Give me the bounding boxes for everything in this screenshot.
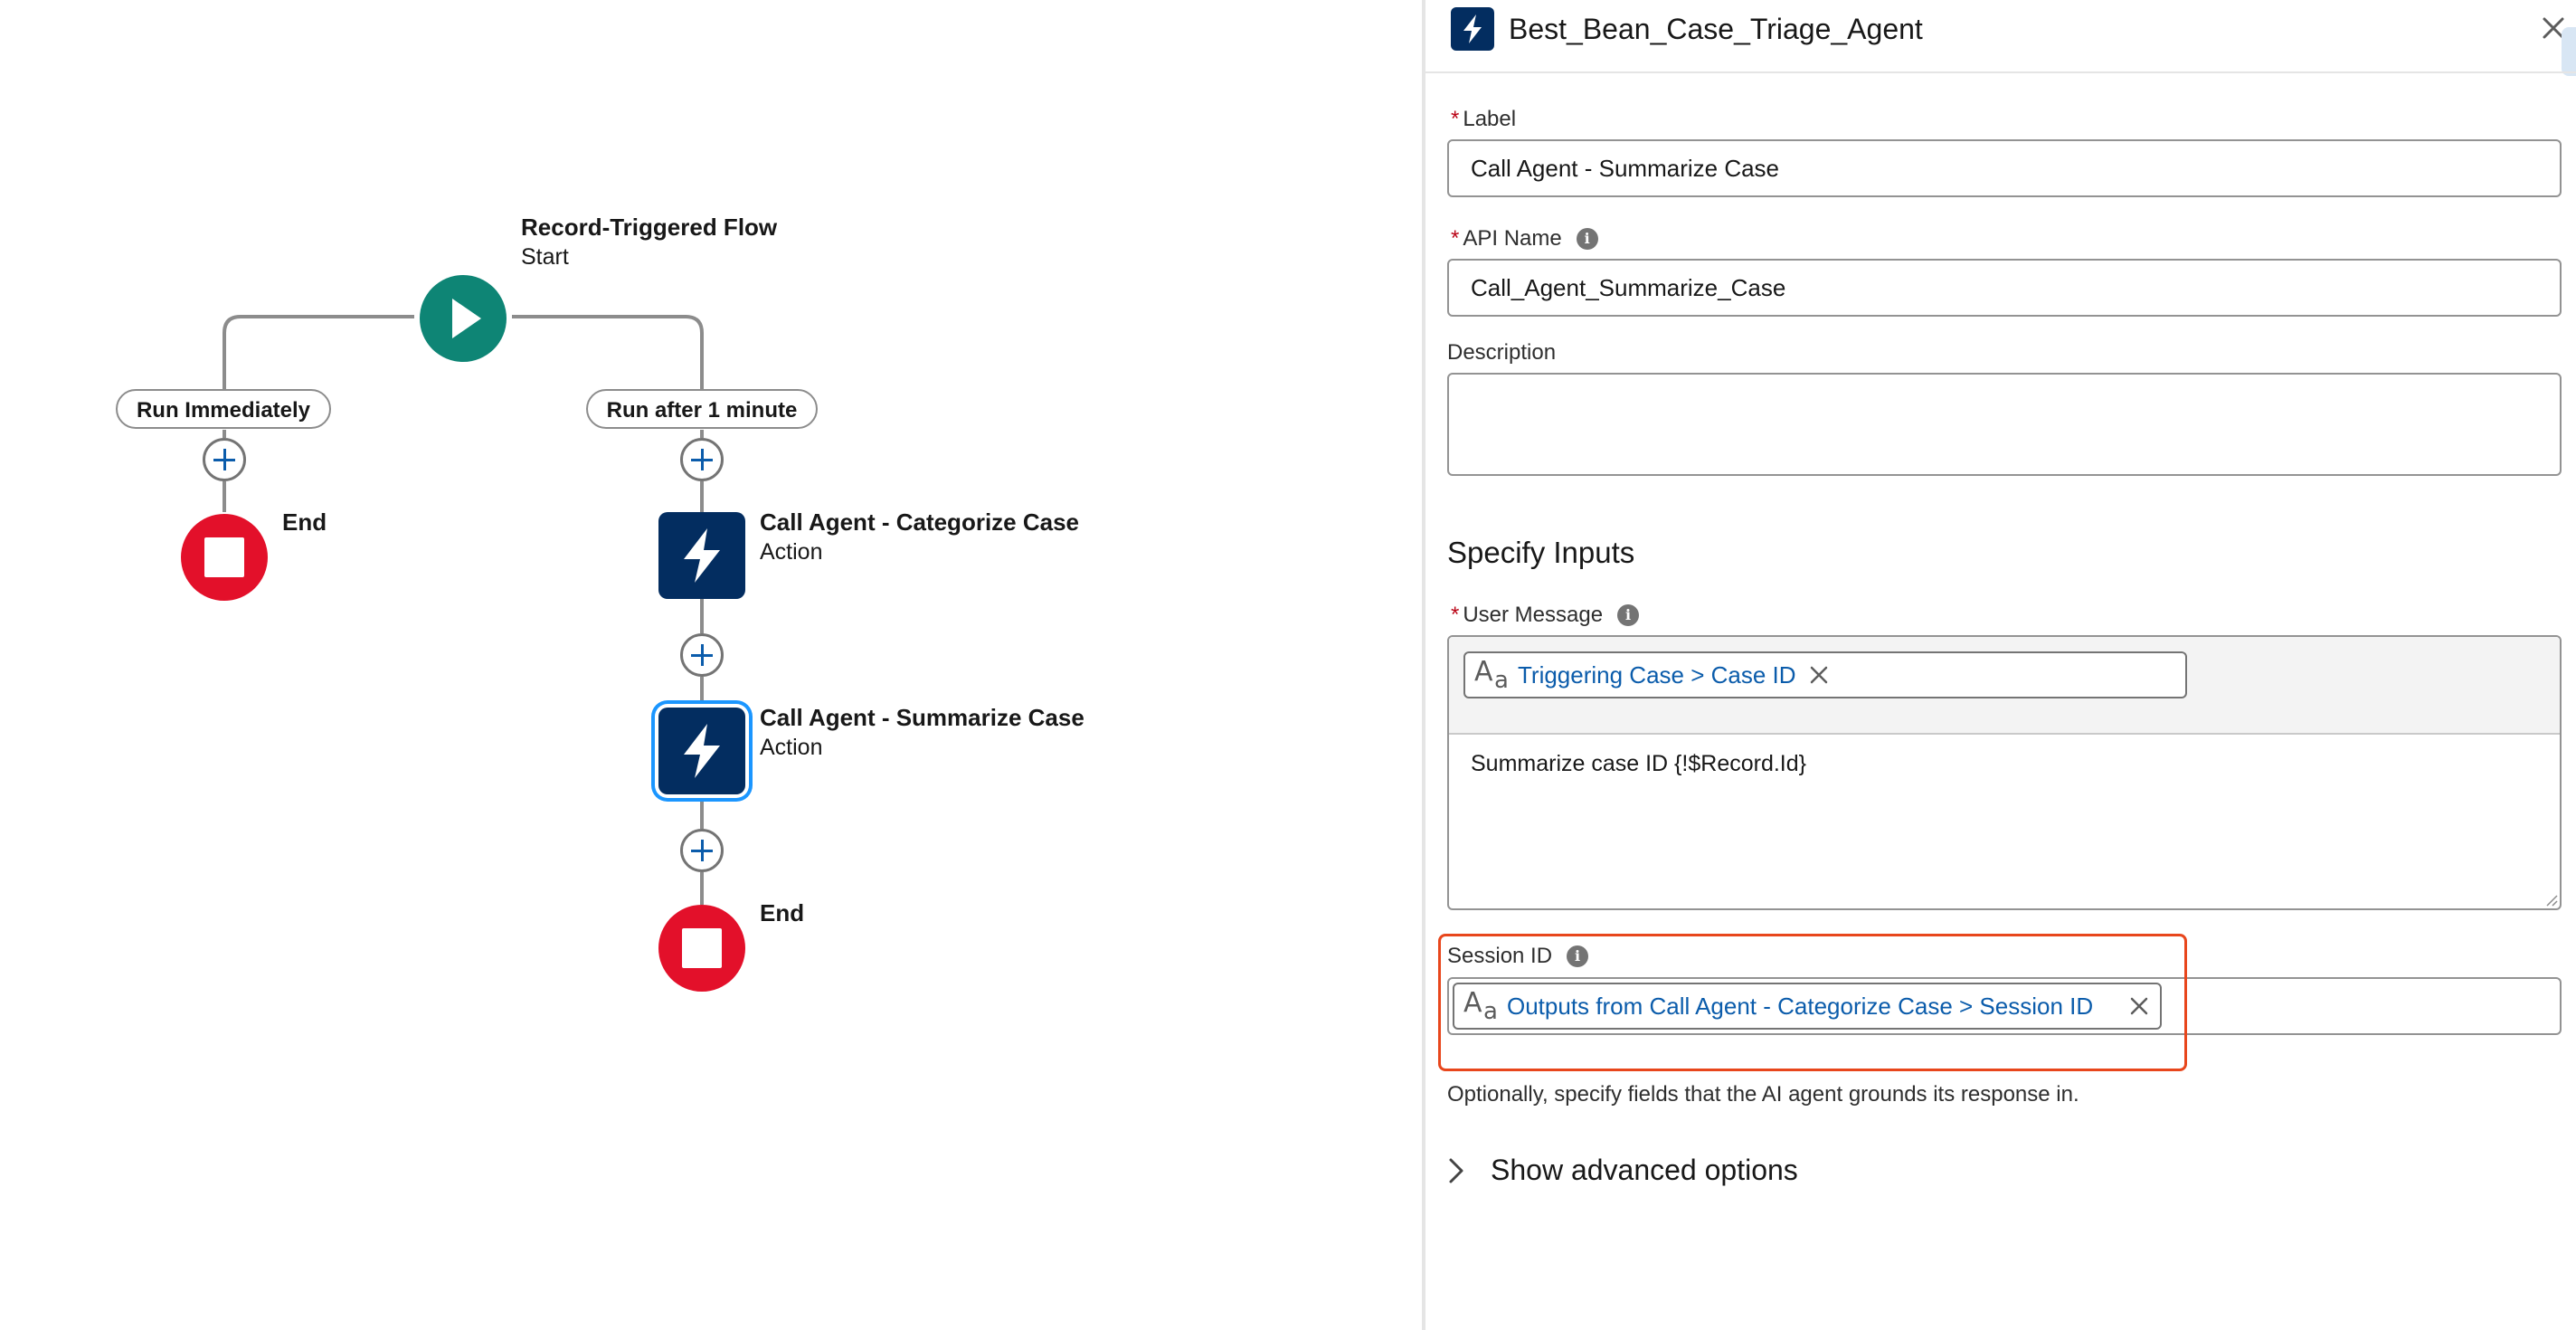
flow-canvas[interactable]: Record-Triggered Flow Start Run Immediat…: [0, 0, 1420, 1330]
required-marker: *: [1451, 226, 1460, 251]
info-icon[interactable]: i: [1617, 604, 1640, 626]
label-caption-text: Label: [1463, 107, 1517, 131]
resource-token-session-id[interactable]: Aa Outputs from Call Agent - Categorize …: [1453, 983, 2162, 1030]
required-marker: *: [1451, 107, 1460, 131]
info-icon[interactable]: i: [1576, 228, 1598, 250]
action-node-subtitle: Action: [760, 735, 823, 760]
path-label-run-after-1-minute[interactable]: Run after 1 minute: [586, 389, 818, 429]
add-element-button[interactable]: [680, 438, 724, 481]
start-node-title: Record-Triggered Flow: [521, 214, 778, 241]
action-node-title: Call Agent - Summarize Case: [760, 704, 1084, 731]
add-element-button[interactable]: [680, 829, 724, 872]
action-node-categorize-case[interactable]: [658, 512, 745, 599]
start-node-subtitle: Start: [521, 244, 569, 270]
panel-expand-handle[interactable]: [2562, 27, 2576, 76]
text-type-icon: Aa: [1474, 656, 1509, 694]
user-message-text[interactable]: Summarize case ID {!$Record.Id}: [1471, 751, 1806, 777]
stop-icon: [682, 928, 722, 968]
end-node-title: End: [760, 899, 805, 926]
help-text: Optionally, specify fields that the AI a…: [1447, 1082, 2079, 1107]
lightning-bolt-icon: [684, 528, 720, 583]
lightning-bolt-icon: [684, 724, 720, 778]
add-element-button[interactable]: [203, 438, 246, 481]
start-node[interactable]: [420, 275, 507, 362]
remove-token-icon[interactable]: [1809, 665, 1829, 685]
token-text: Outputs from Call Agent - Categorize Cas…: [1507, 992, 2094, 1020]
resize-handle-icon[interactable]: [2543, 892, 2558, 907]
action-node-subtitle: Action: [760, 539, 823, 565]
resource-token-triggering-case[interactable]: Aa Triggering Case > Case ID: [1463, 651, 2187, 698]
header-divider: [1425, 71, 2576, 73]
user-message-composer[interactable]: Aa Triggering Case > Case ID Summarize c…: [1447, 635, 2562, 910]
label-field-caption: * Label: [1451, 107, 1516, 132]
session-id-input[interactable]: Aa Outputs from Call Agent - Categorize …: [1447, 977, 2562, 1035]
show-advanced-options-toggle[interactable]: Show advanced options: [1447, 1154, 1798, 1187]
chevron-right-icon: [1449, 1158, 1463, 1183]
stop-icon: [204, 537, 244, 577]
api-name-input[interactable]: [1447, 259, 2562, 317]
info-icon[interactable]: i: [1567, 945, 1589, 967]
label-input[interactable]: [1447, 139, 2562, 197]
end-node-title: End: [282, 508, 327, 536]
required-marker: *: [1451, 603, 1460, 627]
session-id-field-caption: Session ID i: [1447, 944, 1589, 969]
user-message-caption-text: User Message: [1463, 603, 1604, 627]
remove-token-icon[interactable]: [2129, 996, 2149, 1016]
action-node-summarize-case[interactable]: [658, 708, 745, 794]
action-node-title: Call Agent - Categorize Case: [760, 508, 1080, 536]
end-node[interactable]: [181, 514, 268, 601]
path-label-run-immediately[interactable]: Run Immediately: [116, 389, 331, 429]
session-id-caption-text: Session ID: [1447, 944, 1553, 968]
api-name-caption-text: API Name: [1463, 226, 1562, 251]
section-title-specify-inputs: Specify Inputs: [1447, 536, 1635, 569]
end-node[interactable]: [658, 905, 745, 992]
api-name-field-caption: * API Name i: [1451, 226, 1598, 252]
text-type-icon: Aa: [1463, 987, 1498, 1025]
description-field-caption: Description: [1447, 340, 1557, 365]
user-message-field-caption: * User Message i: [1451, 603, 1640, 628]
play-icon: [452, 299, 481, 338]
token-text: Triggering Case > Case ID: [1518, 660, 1796, 689]
show-advanced-options-label: Show advanced options: [1491, 1154, 1798, 1186]
description-textarea[interactable]: [1447, 373, 2562, 476]
panel-title: Best_Bean_Case_Triage_Agent: [1509, 13, 1923, 45]
action-header-icon: [1451, 7, 1494, 51]
add-element-button[interactable]: [680, 633, 724, 677]
